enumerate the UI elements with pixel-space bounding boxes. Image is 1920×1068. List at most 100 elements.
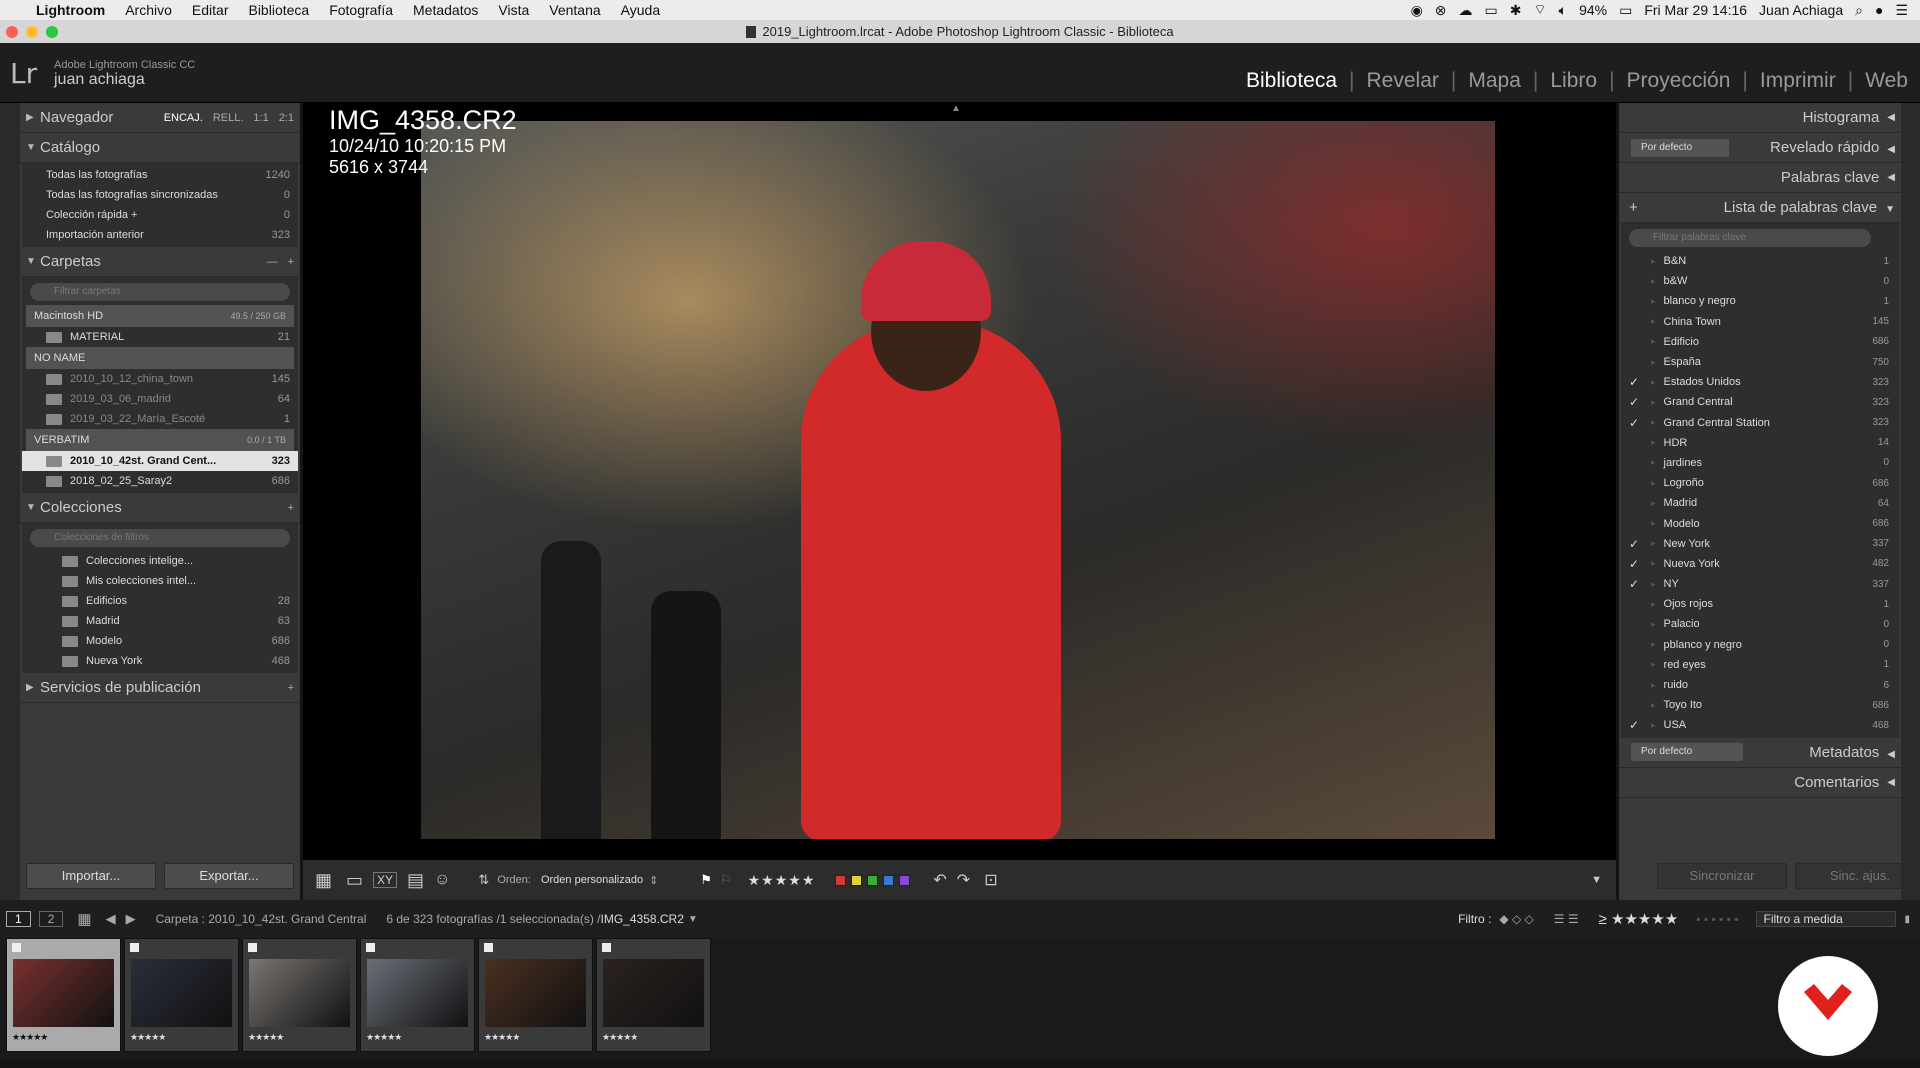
keyword-list-header[interactable]: + Lista de palabras clave ▼ bbox=[1619, 193, 1901, 223]
loupe-view-icon[interactable]: ▭ bbox=[346, 870, 363, 891]
filename-dropdown-icon[interactable]: ▼ bbox=[688, 914, 698, 925]
module-revelar[interactable]: Revelar bbox=[1355, 69, 1451, 93]
menu-ventana[interactable]: Ventana bbox=[549, 2, 600, 18]
zoom-2-1[interactable]: 2:1 bbox=[279, 112, 294, 124]
module-libro[interactable]: Libro bbox=[1538, 69, 1609, 93]
filmstrip-thumbnail[interactable]: ★★★★★ bbox=[360, 938, 475, 1052]
sort-chevron-icon[interactable]: ⇕ bbox=[649, 874, 658, 887]
keyword-checkmark[interactable]: ✓ bbox=[1629, 416, 1651, 430]
right-edge[interactable] bbox=[1901, 103, 1920, 900]
add-keyword-icon[interactable]: + bbox=[1629, 199, 1638, 216]
color-label-red[interactable] bbox=[835, 874, 847, 886]
import-button[interactable]: Importar... bbox=[26, 863, 156, 889]
folder-item[interactable]: MATERIAL 21 bbox=[22, 327, 298, 347]
battery-text[interactable]: 94% bbox=[1579, 2, 1607, 18]
filmstrip-thumbnail[interactable]: ★★★★★ bbox=[6, 938, 121, 1052]
catalog-item[interactable]: Todas las fotografías 1240 bbox=[22, 165, 298, 185]
selected-filename[interactable]: IMG_4358.CR2 bbox=[601, 912, 684, 926]
forward-arrow-icon[interactable]: ▶ bbox=[126, 911, 136, 927]
catalog-item[interactable]: Colección rápida +0 bbox=[22, 205, 298, 225]
keyword-row[interactable]: ✓ ▸ NY 337 bbox=[1621, 574, 1899, 594]
people-view-icon[interactable]: ☺ bbox=[434, 871, 450, 889]
screen-1-button[interactable]: 1 bbox=[6, 911, 31, 927]
keyword-row[interactable]: ▸ B&N 1 bbox=[1621, 251, 1899, 271]
navigator-header[interactable]: ▶ Navegador ENCAJ. RELL. 1:1 2:1 bbox=[20, 103, 300, 133]
keyword-row[interactable]: ▸ Ojos rojos 1 bbox=[1621, 594, 1899, 614]
main-photo[interactable] bbox=[421, 121, 1495, 839]
keyword-filter-input[interactable]: Filtrar palabras clave bbox=[1629, 229, 1871, 247]
add-folder-icon[interactable]: + bbox=[288, 256, 294, 268]
keyword-checkmark[interactable]: ✓ bbox=[1629, 557, 1651, 571]
datetime[interactable]: Fri Mar 29 14:16 bbox=[1644, 2, 1747, 18]
module-web[interactable]: Web bbox=[1853, 69, 1920, 93]
flag-icon[interactable] bbox=[130, 943, 139, 952]
menu-app[interactable]: Lightroom bbox=[36, 2, 105, 18]
module-imprimir[interactable]: Imprimir bbox=[1748, 69, 1848, 93]
grid-view-icon[interactable]: ▦ bbox=[315, 870, 332, 891]
add-publish-icon[interactable]: + bbox=[288, 682, 294, 694]
thumbnail-stars[interactable]: ★★★★★ bbox=[366, 1032, 402, 1043]
edit-filter-icon[interactable]: ☰ ☰ bbox=[1554, 912, 1579, 926]
sort-direction-icon[interactable]: ⇅ bbox=[478, 872, 489, 888]
menu-editar[interactable]: Editar bbox=[192, 2, 229, 18]
keyword-row[interactable]: ▸ Logroño 686 bbox=[1621, 473, 1899, 493]
loupe-view[interactable]: IMG_4358.CR2 10/24/10 10:20:15 PM 5616 x… bbox=[303, 103, 1616, 860]
keyword-row[interactable]: ▸ Edificio 686 bbox=[1621, 332, 1899, 352]
keyword-row[interactable]: ✓ ▸ Grand Central Station 323 bbox=[1621, 413, 1899, 433]
keyword-row[interactable]: ✓ ▸ Nueva York 482 bbox=[1621, 554, 1899, 574]
wifi-icon[interactable]: ⌔ bbox=[1533, 1, 1546, 19]
module-biblioteca[interactable]: Biblioteca bbox=[1234, 69, 1349, 93]
add-collection-icon[interactable]: + bbox=[288, 502, 294, 514]
color-label-yellow[interactable] bbox=[851, 874, 863, 886]
back-arrow-icon[interactable]: ◀ bbox=[106, 911, 116, 927]
compare-view-icon[interactable]: XY bbox=[373, 872, 398, 888]
flag-filter-icon[interactable]: ◆ ◇ ◇ bbox=[1499, 912, 1533, 926]
flag-icon[interactable] bbox=[12, 943, 21, 952]
airplay-icon[interactable]: ▭ bbox=[1485, 2, 1498, 19]
zoom-fit[interactable]: ENCAJ. bbox=[164, 112, 203, 124]
keyword-checkmark[interactable]: ✓ bbox=[1629, 577, 1651, 591]
folder-path[interactable]: Carpeta : 2010_10_42st. Grand Central bbox=[156, 912, 367, 926]
keyword-row[interactable]: ▸ jardines 0 bbox=[1621, 453, 1899, 473]
user-name[interactable]: Juan Achiaga bbox=[1759, 2, 1843, 18]
flag-icon[interactable] bbox=[248, 943, 257, 952]
filmstrip-thumbnail[interactable]: ★★★★★ bbox=[478, 938, 593, 1052]
metadata-header[interactable]: Por defecto Metadatos ◀ bbox=[1619, 738, 1901, 768]
flag-icon[interactable]: ⚑ bbox=[700, 872, 712, 888]
menu-vista[interactable]: Vista bbox=[498, 2, 529, 18]
zoom-1-1[interactable]: 1:1 bbox=[253, 112, 268, 124]
collections-header[interactable]: ▼ Colecciones + bbox=[20, 493, 300, 523]
close-window-button[interactable] bbox=[6, 26, 18, 38]
keyword-row[interactable]: ✓ ▸ New York 337 bbox=[1621, 534, 1899, 554]
rating-filter[interactable]: ≥ ★★★★★ bbox=[1599, 910, 1679, 928]
left-edge[interactable] bbox=[0, 103, 20, 900]
keyword-row[interactable]: ▸ Modelo 686 bbox=[1621, 513, 1899, 533]
screen-2-button[interactable]: 2 bbox=[38, 911, 64, 927]
keyword-checkmark[interactable]: ✓ bbox=[1629, 375, 1651, 389]
custom-filter-select[interactable]: Filtro a medida bbox=[1756, 911, 1897, 927]
keyword-row[interactable]: ▸ Toyo Ito 686 bbox=[1621, 695, 1899, 715]
thumbnail-stars[interactable]: ★★★★★ bbox=[484, 1032, 520, 1043]
collection-filter-input[interactable]: Colecciones de filtros bbox=[30, 529, 290, 547]
folder-item[interactable]: 2019_03_06_madrid 64 bbox=[22, 389, 298, 409]
sync-icon[interactable]: ⊗ bbox=[1435, 2, 1447, 19]
collapse-top-icon[interactable]: ▲ bbox=[951, 103, 961, 114]
keyword-row[interactable]: ▸ China Town 145 bbox=[1621, 312, 1899, 332]
filmstrip-thumbnail[interactable]: ★★★★★ bbox=[124, 938, 239, 1052]
flag-icon[interactable] bbox=[366, 943, 375, 952]
keywording-header[interactable]: Palabras clave ◀ bbox=[1619, 163, 1901, 193]
folders-header[interactable]: ▼ Carpetas — + bbox=[20, 247, 300, 277]
histogram-header[interactable]: Histograma ◀ bbox=[1619, 103, 1901, 133]
crop-icon[interactable]: ⊡ bbox=[984, 870, 997, 890]
keyword-checkmark[interactable]: ✓ bbox=[1629, 537, 1651, 551]
record-icon[interactable]: ◉ bbox=[1411, 2, 1423, 19]
zoom-fill[interactable]: RELL. bbox=[213, 112, 244, 124]
flag-icon[interactable] bbox=[484, 943, 493, 952]
keyword-row[interactable]: ✓ ▸ Grand Central 323 bbox=[1621, 392, 1899, 412]
reject-flag-icon[interactable]: ⚐ bbox=[720, 872, 732, 888]
list-icon[interactable]: ☰ bbox=[1895, 2, 1908, 19]
folder-item[interactable]: 2010_10_12_china_town 145 bbox=[22, 369, 298, 389]
module-proyeccion[interactable]: Proyección bbox=[1615, 69, 1743, 93]
folder-filter-input[interactable]: Filtrar carpetas bbox=[30, 283, 290, 301]
keyword-row[interactable]: ▸ Madrid 64 bbox=[1621, 493, 1899, 513]
